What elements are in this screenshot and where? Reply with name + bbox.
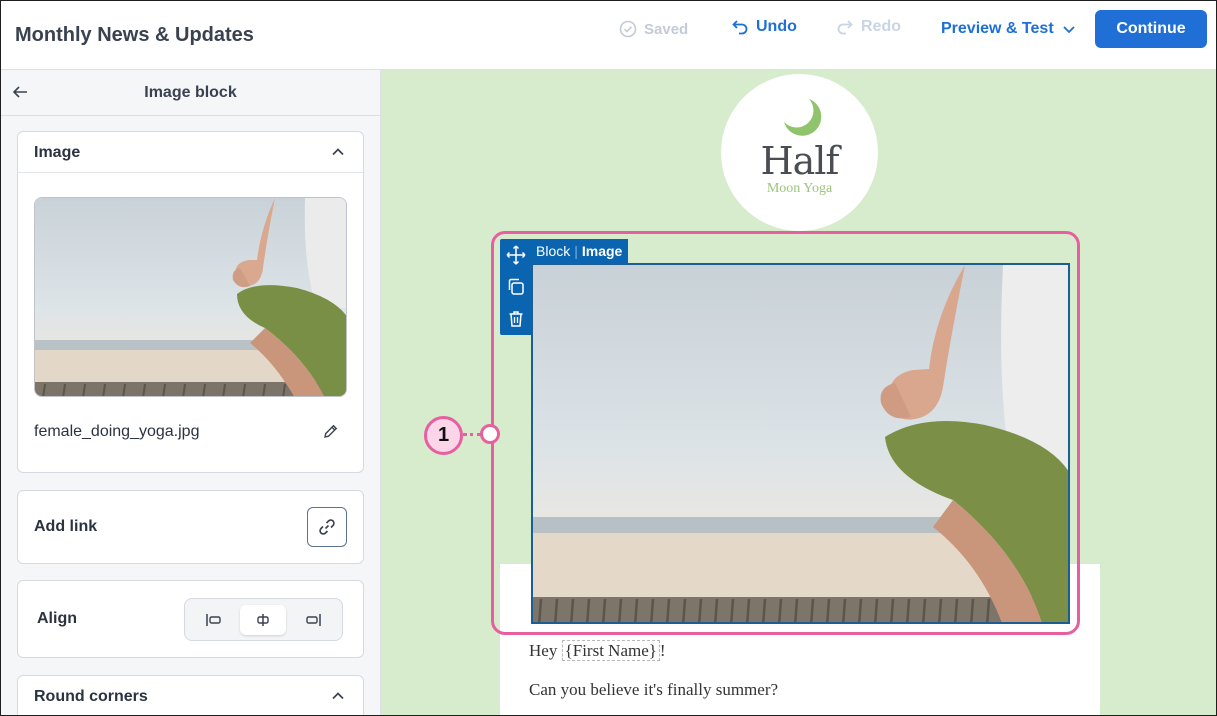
- greeting-prefix: Hey: [529, 641, 562, 660]
- check-circle-icon: [619, 20, 637, 38]
- app-window: Monthly News & Updates Saved Undo Redo P…: [0, 0, 1217, 716]
- align-left-icon: [206, 613, 221, 626]
- logo-text-moon-yoga: Moon Yoga: [766, 181, 833, 196]
- redo-icon: [837, 20, 853, 35]
- chevron-up-icon[interactable]: [331, 145, 345, 159]
- pencil-edit-icon[interactable]: [322, 423, 339, 440]
- redo-button[interactable]: Redo: [836, 18, 901, 36]
- add-link-label: Add link: [34, 518, 98, 535]
- callout-connector: [463, 433, 481, 436]
- image-filename: female_doing_yoga.jpg: [34, 423, 200, 440]
- yoga-thumbnail-image: [35, 198, 346, 396]
- link-icon: [319, 519, 335, 535]
- undo-button[interactable]: Undo: [731, 18, 797, 36]
- brand-logo[interactable]: Half Moon Yoga: [721, 74, 878, 231]
- undo-label: Undo: [756, 18, 797, 35]
- align-section: Align: [17, 580, 364, 658]
- image-thumbnail[interactable]: [34, 197, 347, 397]
- align-right-button[interactable]: [290, 605, 336, 635]
- panel-header: Image block: [1, 70, 380, 116]
- align-center-button[interactable]: [240, 604, 287, 635]
- align-center-icon: [257, 613, 270, 626]
- align-right-icon: [306, 613, 321, 626]
- email-canvas: Half Moon Yoga Hey {First Name}! Can you…: [381, 70, 1216, 715]
- logo-text-half: Half: [760, 139, 839, 183]
- greeting-text[interactable]: Hey {First Name}!: [529, 640, 666, 661]
- first-name-merge-tag[interactable]: {First Name}: [561, 640, 660, 661]
- callout-anchor-dot: [480, 424, 500, 444]
- top-bar: Monthly News & Updates Saved Undo Redo P…: [1, 1, 1216, 70]
- panel-title: Image block: [144, 84, 237, 101]
- chevron-down-icon: [1063, 26, 1075, 34]
- properties-panel: Image block Image female_doing_yoga.jpg …: [1, 70, 381, 715]
- add-link-section: Add link: [17, 490, 364, 564]
- image-section: Image female_doing_yoga.jpg: [17, 131, 364, 473]
- saved-label: Saved: [644, 20, 689, 38]
- email-title[interactable]: Monthly News & Updates: [15, 24, 254, 47]
- redo-label: Redo: [861, 18, 901, 35]
- round-corners-section[interactable]: Round corners: [17, 675, 364, 715]
- preview-label: Preview & Test: [941, 20, 1054, 37]
- round-corners-label: Round corners: [34, 688, 148, 705]
- greeting-suffix: !: [659, 641, 666, 660]
- align-left-button[interactable]: [191, 605, 237, 635]
- add-link-button[interactable]: [307, 507, 347, 547]
- callout-number-badge: 1: [424, 416, 463, 455]
- callout-highlight-frame: [491, 231, 1080, 635]
- continue-button[interactable]: Continue: [1095, 10, 1207, 48]
- preview-test-button[interactable]: Preview & Test: [941, 20, 1077, 38]
- undo-icon: [732, 20, 748, 35]
- align-toggle-group: [184, 598, 343, 641]
- image-section-label: Image: [34, 144, 81, 161]
- body-text[interactable]: Can you believe it's finally summer?: [529, 680, 778, 700]
- chevron-up-icon[interactable]: [331, 689, 345, 703]
- align-label: Align: [37, 610, 77, 627]
- crescent-moon-icon: [784, 99, 822, 136]
- saved-status: Saved: [619, 20, 688, 38]
- image-section-header[interactable]: Image: [18, 132, 363, 173]
